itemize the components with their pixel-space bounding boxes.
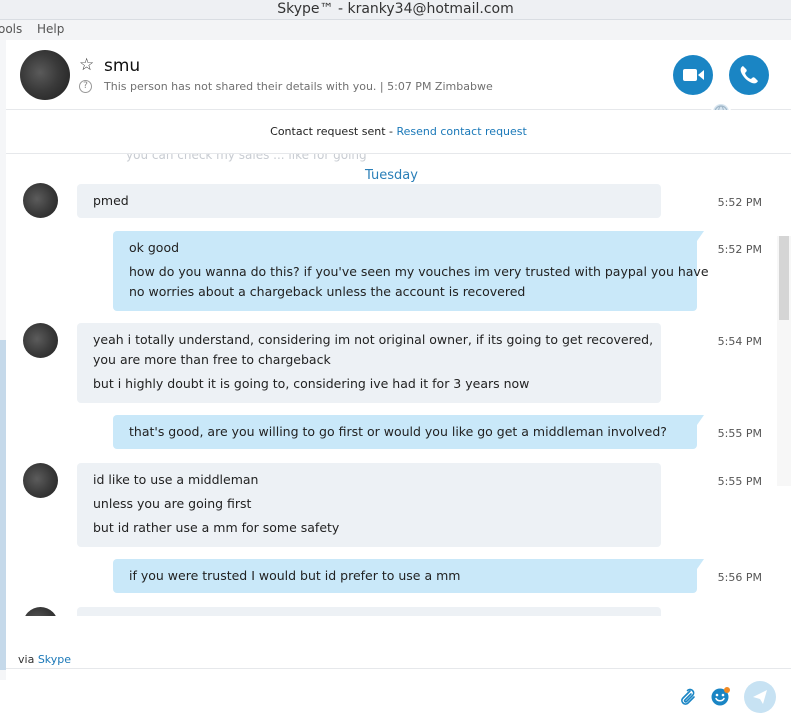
video-call-button[interactable] — [673, 55, 713, 95]
via-label: via Skype — [18, 653, 71, 666]
resend-request-link[interactable]: Resend contact request — [397, 125, 527, 138]
incoming-message[interactable]: id like to use a middleman unless you ar… — [77, 463, 661, 547]
incoming-message[interactable]: pmed — [77, 184, 661, 218]
message-time: 5:55 PM — [717, 427, 762, 440]
conversation-header: ☆ smu ? This person has not shared their… — [6, 40, 791, 122]
scrollbar-thumb[interactable] — [779, 236, 789, 320]
message-compose-area[interactable] — [6, 668, 791, 721]
contact-avatar-small[interactable] — [23, 607, 58, 616]
message-line: pmed — [93, 193, 129, 208]
menu-item-help[interactable]: Help — [37, 22, 64, 36]
send-button[interactable] — [744, 681, 776, 713]
audio-call-button[interactable] — [729, 55, 769, 95]
message-time: 5:56 PM — [717, 571, 762, 584]
message-line: unless you are going first — [93, 496, 252, 511]
contact-avatar-small[interactable] — [23, 463, 58, 498]
phone-icon — [740, 66, 758, 84]
incoming-message[interactable] — [77, 607, 661, 616]
outgoing-message[interactable]: if you were trusted I would but id prefe… — [113, 559, 704, 593]
chat-history[interactable]: you can check my sales ... like for goin… — [6, 154, 777, 616]
contact-avatar[interactable] — [20, 50, 70, 100]
contact-avatar-small[interactable] — [23, 183, 58, 218]
message-line: no worries about a chargeback unless the… — [129, 284, 526, 299]
message-line: you are more than free to chargeback — [93, 352, 331, 367]
star-icon[interactable]: ☆ — [79, 55, 94, 75]
window-title: Skype™ - kranky34@hotmail.com — [277, 1, 514, 17]
contact-name[interactable]: smu — [104, 56, 140, 76]
video-camera-icon — [683, 69, 704, 81]
title-bar: Skype™ - kranky34@hotmail.com — [0, 0, 791, 20]
contact-request-notice: Contact request sent - Resend contact re… — [6, 110, 791, 154]
via-skype-link[interactable]: Skype — [38, 653, 71, 666]
incoming-message[interactable]: yeah i totally understand, considering i… — [77, 323, 661, 403]
attach-button[interactable] — [676, 686, 698, 708]
question-icon: ? — [79, 80, 92, 93]
day-separator: Tuesday — [365, 168, 418, 183]
contact-status: This person has not shared their details… — [104, 80, 493, 93]
chat-scrollbar[interactable] — [777, 236, 791, 486]
send-icon — [753, 690, 767, 704]
message-line: but i highly doubt it is going to, consi… — [93, 376, 530, 391]
contact-avatar-small[interactable] — [23, 323, 58, 358]
message-time: 5:55 PM — [717, 475, 762, 488]
via-text: via — [18, 653, 38, 666]
emoji-icon — [711, 687, 730, 706]
paperclip-icon — [681, 688, 695, 705]
message-line: id like to use a middleman — [93, 472, 259, 487]
menu-item-tools[interactable]: ools — [0, 22, 22, 36]
message-line: if you were trusted I would but id prefe… — [129, 568, 461, 583]
outgoing-message[interactable]: that's good, are you willing to go first… — [113, 415, 704, 449]
message-time: 5:52 PM — [717, 196, 762, 209]
message-line: yeah i totally understand, considering i… — [93, 332, 654, 347]
emoticon-button[interactable] — [709, 685, 731, 707]
message-time: 5:52 PM — [717, 243, 762, 256]
message-line: that's good, are you willing to go first… — [129, 424, 667, 439]
menu-bar: ools Help — [0, 20, 791, 40]
message-line: but id rather use a mm for some safety — [93, 520, 340, 535]
message-line: how do you wanna do this? if you've seen… — [129, 264, 709, 279]
message-line: ok good — [129, 240, 180, 255]
faded-message: you can check my sales ... like for goin… — [126, 154, 367, 162]
outgoing-message[interactable]: ok good how do you wanna do this? if you… — [113, 231, 709, 311]
request-sent-text: Contact request sent - — [270, 125, 397, 138]
message-time: 5:54 PM — [717, 335, 762, 348]
